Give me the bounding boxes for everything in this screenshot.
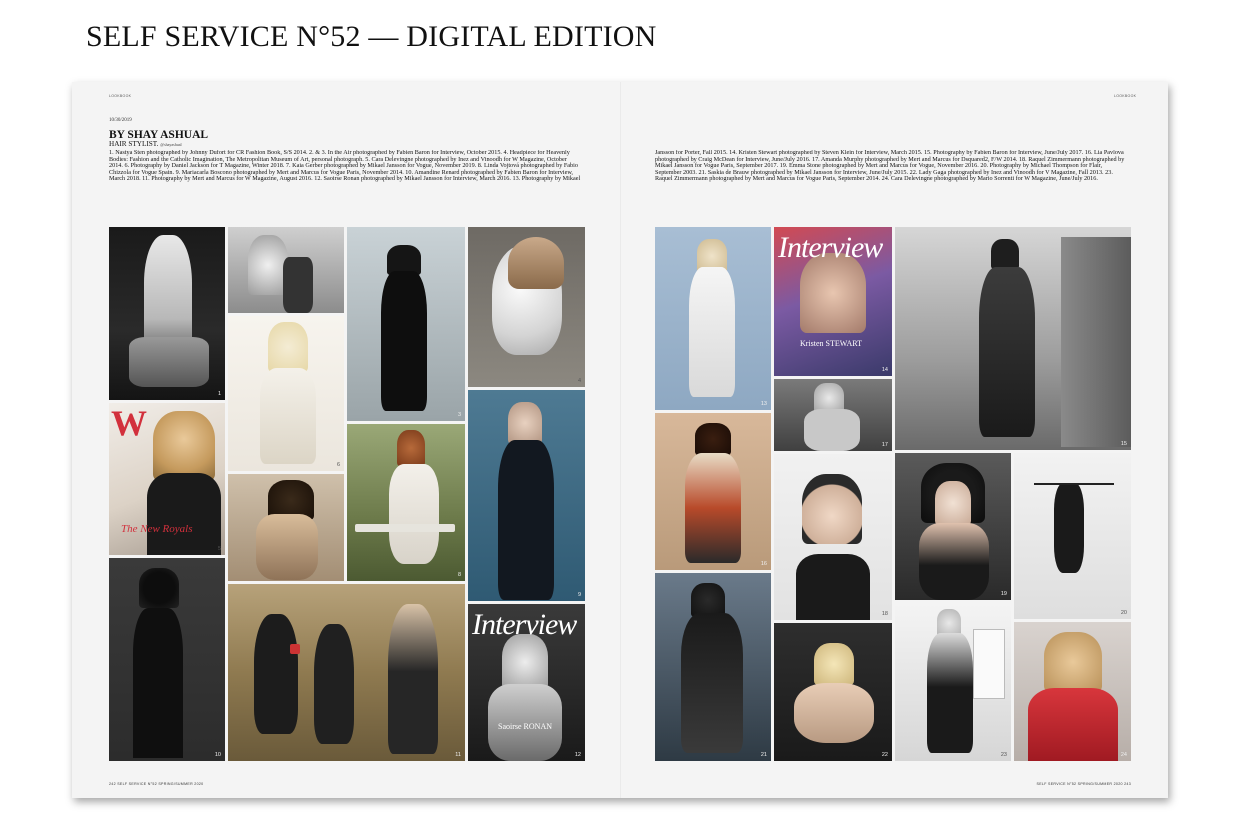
instagram-handle[interactable]: @shayashual <box>160 142 181 147</box>
article-role: HAIR STYLIST. @shayashual <box>109 140 182 148</box>
photo-number: 24 <box>1120 752 1127 758</box>
left-page-footer: 242 SELF SERVICE N°52 SPRING/SUMMER 2020 <box>109 782 204 786</box>
article-date: 10/30/2019 <box>109 118 132 123</box>
photo-tile-16[interactable]: 16 <box>655 413 771 570</box>
photo-tile-11[interactable]: 11 <box>228 584 465 761</box>
photo-tile-14-interview[interactable]: Interview Kristen STEWART 14 <box>774 227 892 376</box>
photo-number: 1 <box>217 391 221 397</box>
interview-mast-left: Interview <box>472 608 577 641</box>
photo-number: 14 <box>881 367 888 373</box>
photo-number: 4 <box>577 378 581 384</box>
photo-tile-9[interactable]: 9 <box>468 390 585 601</box>
photo-tile-1[interactable]: 1 <box>109 227 225 400</box>
photo-tile-17[interactable]: 17 <box>774 379 892 451</box>
photo-tile-10[interactable]: 10 <box>109 558 225 761</box>
photo-tile-21[interactable]: 21 <box>655 573 771 761</box>
cover-name-left: Saoirse RONAN <box>498 722 552 731</box>
photo-number: 22 <box>881 752 888 758</box>
photo-tile-8[interactable]: 8 <box>347 424 465 581</box>
photo-tile-4[interactable]: 4 <box>468 227 585 387</box>
interview-mast-right: Interview <box>778 231 883 264</box>
photo-tile-3[interactable]: 3 <box>347 227 465 421</box>
cover-headline: The New Royals <box>121 523 193 535</box>
photo-number: 18 <box>881 611 888 617</box>
page-title: SELF SERVICE N°52 — DIGITAL EDITION <box>86 20 657 53</box>
photo-number: 5 <box>217 546 221 552</box>
photo-tile-w-cover[interactable]: W The New Royals 5 <box>109 403 225 555</box>
photo-tile-13[interactable]: 13 <box>655 227 771 410</box>
photo-tile-20[interactable]: 20 <box>1014 453 1131 619</box>
photo-number: 12 <box>574 752 581 758</box>
photo-tile-19[interactable]: 19 <box>895 453 1011 600</box>
photo-number: 11 <box>455 752 461 758</box>
photo-tile-15[interactable]: 15 <box>895 227 1131 450</box>
photo-number: 6 <box>336 462 340 468</box>
photo-number: 17 <box>881 442 888 448</box>
photo-number: 13 <box>760 401 767 407</box>
photo-credits-right: Jansson for Porter, Fall 2015. 14. Krist… <box>655 150 1125 183</box>
photo-tile-24[interactable]: 24 <box>1014 622 1131 761</box>
role-label: HAIR STYLIST. <box>109 140 159 148</box>
photo-tile-23[interactable]: 23 <box>895 603 1011 761</box>
w-magazine-mast: W <box>111 403 147 443</box>
photo-number: 8 <box>457 572 461 578</box>
cover-name-right: Kristen STEWART <box>800 339 862 348</box>
photo-number: 15 <box>1120 441 1127 447</box>
photo-tile-18[interactable]: 18 <box>774 454 892 620</box>
photo-number: 19 <box>1000 591 1007 597</box>
photo-tile-2[interactable] <box>228 227 344 313</box>
right-page-footer: SELF SERVICE N°52 SPRING/SUMMER 2020 243 <box>1036 782 1131 786</box>
photo-tile-22[interactable]: 22 <box>774 623 892 761</box>
photo-number: 16 <box>760 561 767 567</box>
photo-tile-6[interactable]: 6 <box>228 316 344 471</box>
photo-number: 23 <box>1000 752 1007 758</box>
photo-credits-left: 1. Nastya Sten photographed by Johnny Du… <box>109 150 581 183</box>
right-running-head: LOOKBOOK <box>1114 94 1137 98</box>
photo-number: 21 <box>760 752 767 758</box>
photo-number: 3 <box>457 412 461 418</box>
photo-number: 9 <box>577 592 581 598</box>
photo-number: 20 <box>1120 610 1127 616</box>
photo-tile-12-interview[interactable]: Interview Saoirse RONAN 12 <box>468 604 585 761</box>
magazine-spread: LOOKBOOK LOOKBOOK 10/30/2019 BY SHAY ASH… <box>72 82 1168 798</box>
left-running-head: LOOKBOOK <box>109 94 132 98</box>
photo-tile-curly[interactable] <box>228 474 344 581</box>
photo-number: 10 <box>214 752 221 758</box>
